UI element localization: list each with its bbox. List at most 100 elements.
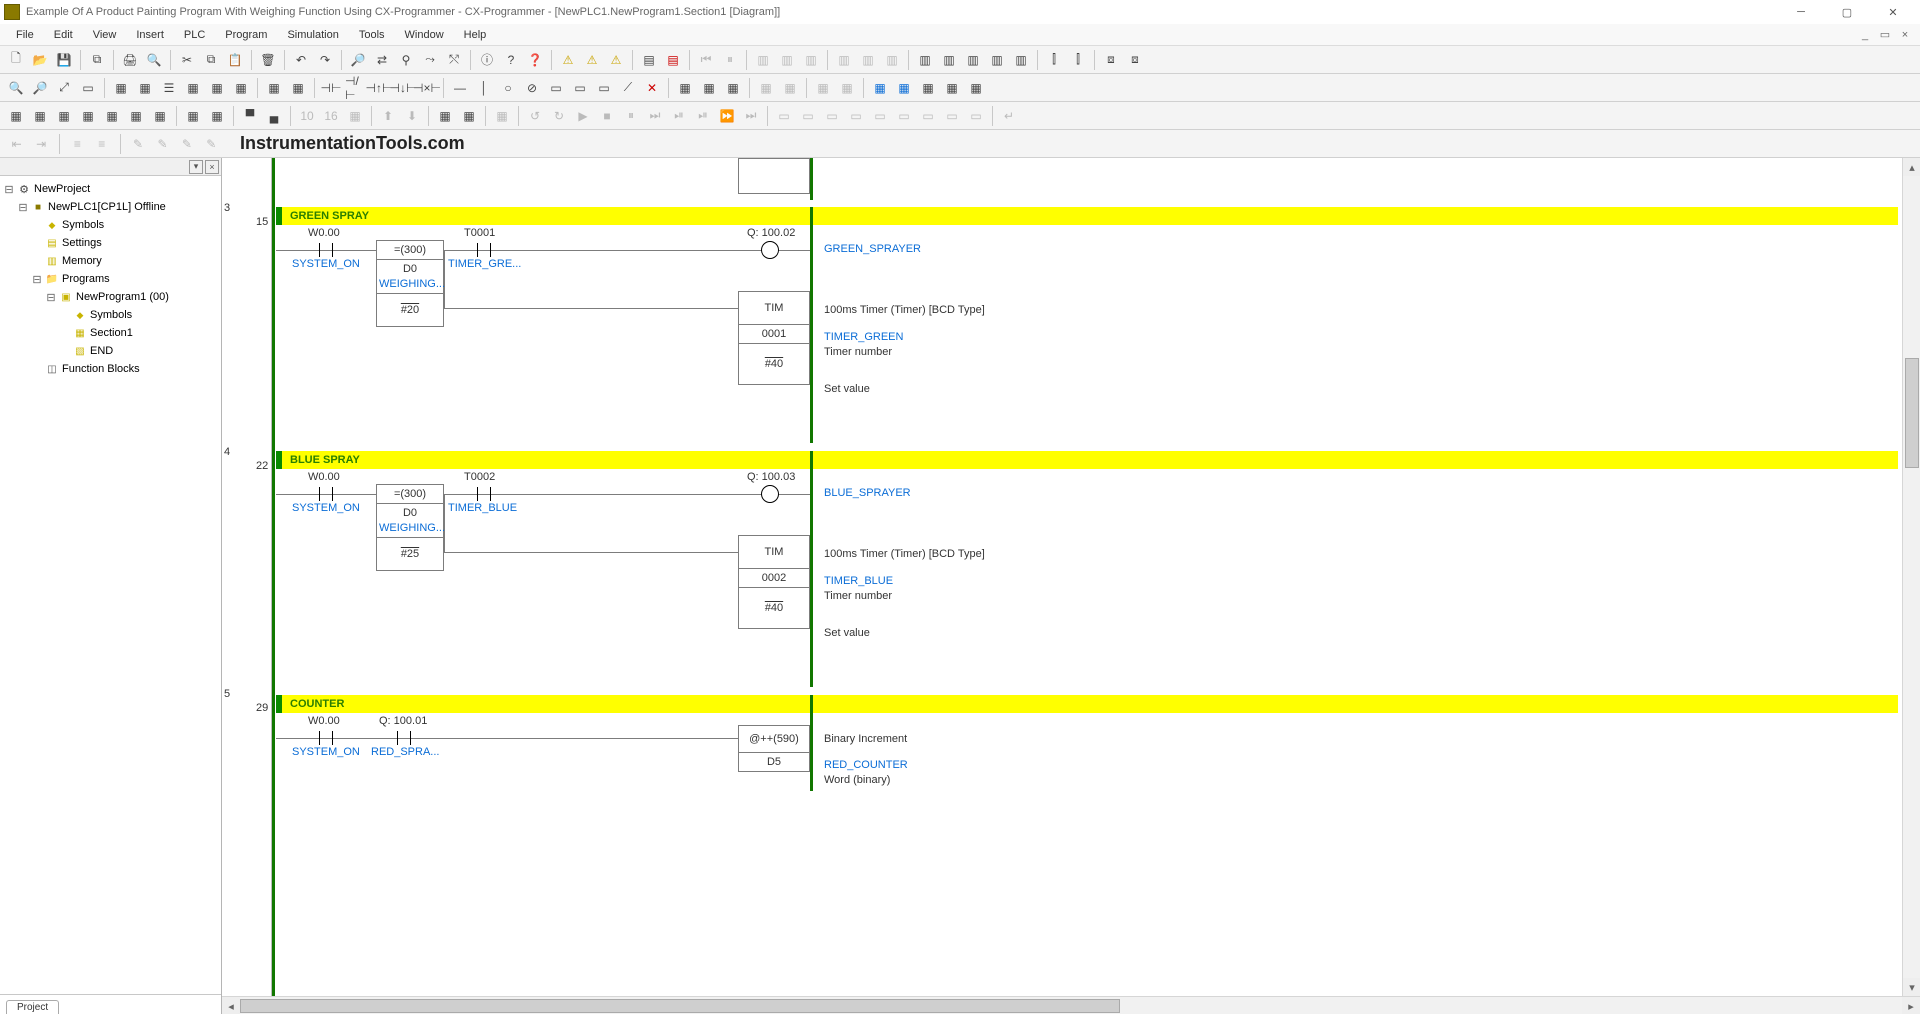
minimize-button[interactable]: ─ (1778, 1, 1824, 23)
r2-icon[interactable]: ▥ (938, 49, 960, 71)
cut-icon[interactable]: ✂ (176, 49, 198, 71)
p18-icon[interactable]: ▦ (458, 105, 480, 127)
align1-icon[interactable]: ≡ (68, 133, 87, 155)
graph2-icon[interactable]: ⫿ (1067, 49, 1089, 71)
b5-icon[interactable]: ▭ (869, 105, 891, 127)
contact-n-icon[interactable]: ⊣↓⊢ (392, 77, 414, 99)
step-back-icon[interactable]: ⏮ (695, 49, 717, 71)
line-icon[interactable]: ⟋ (617, 77, 639, 99)
rung4-contact1[interactable] (313, 487, 339, 501)
net5-icon[interactable]: ▦ (965, 77, 987, 99)
mdi-minimize-icon[interactable]: _ (1856, 27, 1874, 43)
p21-icon[interactable]: ↻ (548, 105, 570, 127)
ladder-diagram[interactable]: GREEN SPRAY W0.00 SYSTEM_ON =(300) D0 WE… (276, 158, 1920, 996)
tree-programs[interactable]: ⊟Programs (2, 270, 219, 288)
tree-end[interactable]: END (2, 342, 219, 360)
vline-icon[interactable]: │ (473, 77, 495, 99)
rung4-timer-contact[interactable] (471, 487, 497, 501)
menu-file[interactable]: File (6, 27, 44, 43)
p16-icon[interactable]: ⬇ (401, 105, 423, 127)
net3-icon[interactable]: ▦ (917, 77, 939, 99)
scroll-up-icon[interactable]: ▴ (1903, 158, 1920, 176)
scroll-thumb[interactable] (1905, 358, 1919, 468)
p20-icon[interactable]: ↺ (524, 105, 546, 127)
rung4-tim[interactable]: TIM 0002 #40 (738, 535, 810, 629)
p13-icon[interactable]: 16 (320, 105, 342, 127)
b8-icon[interactable]: ▭ (941, 105, 963, 127)
p6-icon[interactable]: ▦ (125, 105, 147, 127)
r3-icon[interactable]: ▥ (962, 49, 984, 71)
p3-icon[interactable]: ▦ (53, 105, 75, 127)
view6-icon[interactable]: ▦ (230, 77, 252, 99)
fn-icon[interactable]: ▭ (545, 77, 567, 99)
p12-icon[interactable]: 10 (296, 105, 318, 127)
view5-icon[interactable]: ▦ (206, 77, 228, 99)
sim5-icon[interactable]: ▦ (779, 77, 801, 99)
view3-icon[interactable]: ☰ (158, 77, 180, 99)
b3-icon[interactable]: ▭ (821, 105, 843, 127)
p10-icon[interactable]: ▀ (239, 105, 261, 127)
menu-view[interactable]: View (83, 27, 127, 43)
b6-icon[interactable]: ▭ (893, 105, 915, 127)
menu-insert[interactable]: Insert (126, 27, 174, 43)
r5-icon[interactable]: ▥ (1010, 49, 1032, 71)
scroll-left-icon[interactable]: ◂ (222, 997, 240, 1014)
p14-icon[interactable]: ▦ (344, 105, 366, 127)
warning2-icon[interactable]: ⚠ (581, 49, 603, 71)
scroll-down-icon[interactable]: ▾ (1903, 978, 1920, 996)
hscroll-thumb[interactable] (240, 999, 1120, 1013)
save-icon[interactable]: 💾 (53, 49, 75, 71)
p17-icon[interactable]: ▦ (434, 105, 456, 127)
tree-memory[interactable]: Memory (2, 252, 219, 270)
pause2-icon[interactable]: ⏸ (620, 105, 642, 127)
check2-icon[interactable]: ▤ (662, 49, 684, 71)
pause-icon[interactable]: ⏸ (719, 49, 741, 71)
p8-icon[interactable]: ▦ (182, 105, 204, 127)
p7-icon[interactable]: ▦ (149, 105, 171, 127)
find-prev-icon[interactable]: ⤲ (443, 49, 465, 71)
contact-x-icon[interactable]: ⊣×⊢ (416, 77, 438, 99)
rung4-cmp[interactable]: =(300) D0 WEIGHING... #25 (376, 484, 444, 571)
zoom-fit-icon[interactable]: ⤢ (53, 77, 75, 99)
b1-icon[interactable]: ▭ (773, 105, 795, 127)
ladder-scroll[interactable]: 3 15 4 22 5 29 GREEN SPRAY W0.00 SYSTE (222, 158, 1920, 996)
warning3-icon[interactable]: ⚠ (605, 49, 627, 71)
st2-icon[interactable]: ⏯ (692, 105, 714, 127)
tree-close-icon[interactable]: × (205, 160, 219, 174)
grid1-icon[interactable]: ▦ (263, 77, 285, 99)
print-icon[interactable]: 🖨 (119, 49, 141, 71)
contact-no-icon[interactable]: ⊣⊢ (320, 77, 342, 99)
net1-icon[interactable]: ▦ (869, 77, 891, 99)
find-next-icon[interactable]: ⤳ (419, 49, 441, 71)
rung5-contact2[interactable] (391, 731, 417, 745)
tree-symbols[interactable]: Symbols (2, 216, 219, 234)
help-icon[interactable]: ? (500, 49, 522, 71)
indent-left-icon[interactable]: ⇤ (7, 133, 26, 155)
coil-icon[interactable]: ○ (497, 77, 519, 99)
sim7-icon[interactable]: ▦ (836, 77, 858, 99)
close-button[interactable]: ✕ (1870, 1, 1916, 23)
b2-icon[interactable]: ▭ (797, 105, 819, 127)
b9-icon[interactable]: ▭ (965, 105, 987, 127)
rung3-cmp[interactable]: =(300) D0 WEIGHING... #20 (376, 240, 444, 327)
tree-float-icon[interactable]: ▾ (189, 160, 203, 174)
menu-program[interactable]: Program (215, 27, 277, 43)
sim2-icon[interactable]: ▦ (698, 77, 720, 99)
del-icon[interactable]: ✕ (641, 77, 663, 99)
view4-icon[interactable]: ▦ (182, 77, 204, 99)
play-icon[interactable]: ▶ (572, 105, 594, 127)
replace-icon[interactable]: ⇄ (371, 49, 393, 71)
rung3-coil[interactable] (761, 241, 779, 259)
hline-icon[interactable]: ― (449, 77, 471, 99)
view1-icon[interactable]: ▦ (110, 77, 132, 99)
p1-icon[interactable]: ▦ (5, 105, 27, 127)
net2-icon[interactable]: ▦ (893, 77, 915, 99)
m2-icon[interactable]: ✎ (153, 133, 172, 155)
mdi-restore-icon[interactable]: ▭ (1876, 27, 1894, 43)
stop-icon[interactable]: ■ (596, 105, 618, 127)
m1-icon[interactable]: ✎ (128, 133, 147, 155)
r1-icon[interactable]: ▥ (914, 49, 936, 71)
p19-icon[interactable]: ▦ (491, 105, 513, 127)
fn3-icon[interactable]: ▭ (593, 77, 615, 99)
warning1-icon[interactable]: ⚠ (557, 49, 579, 71)
